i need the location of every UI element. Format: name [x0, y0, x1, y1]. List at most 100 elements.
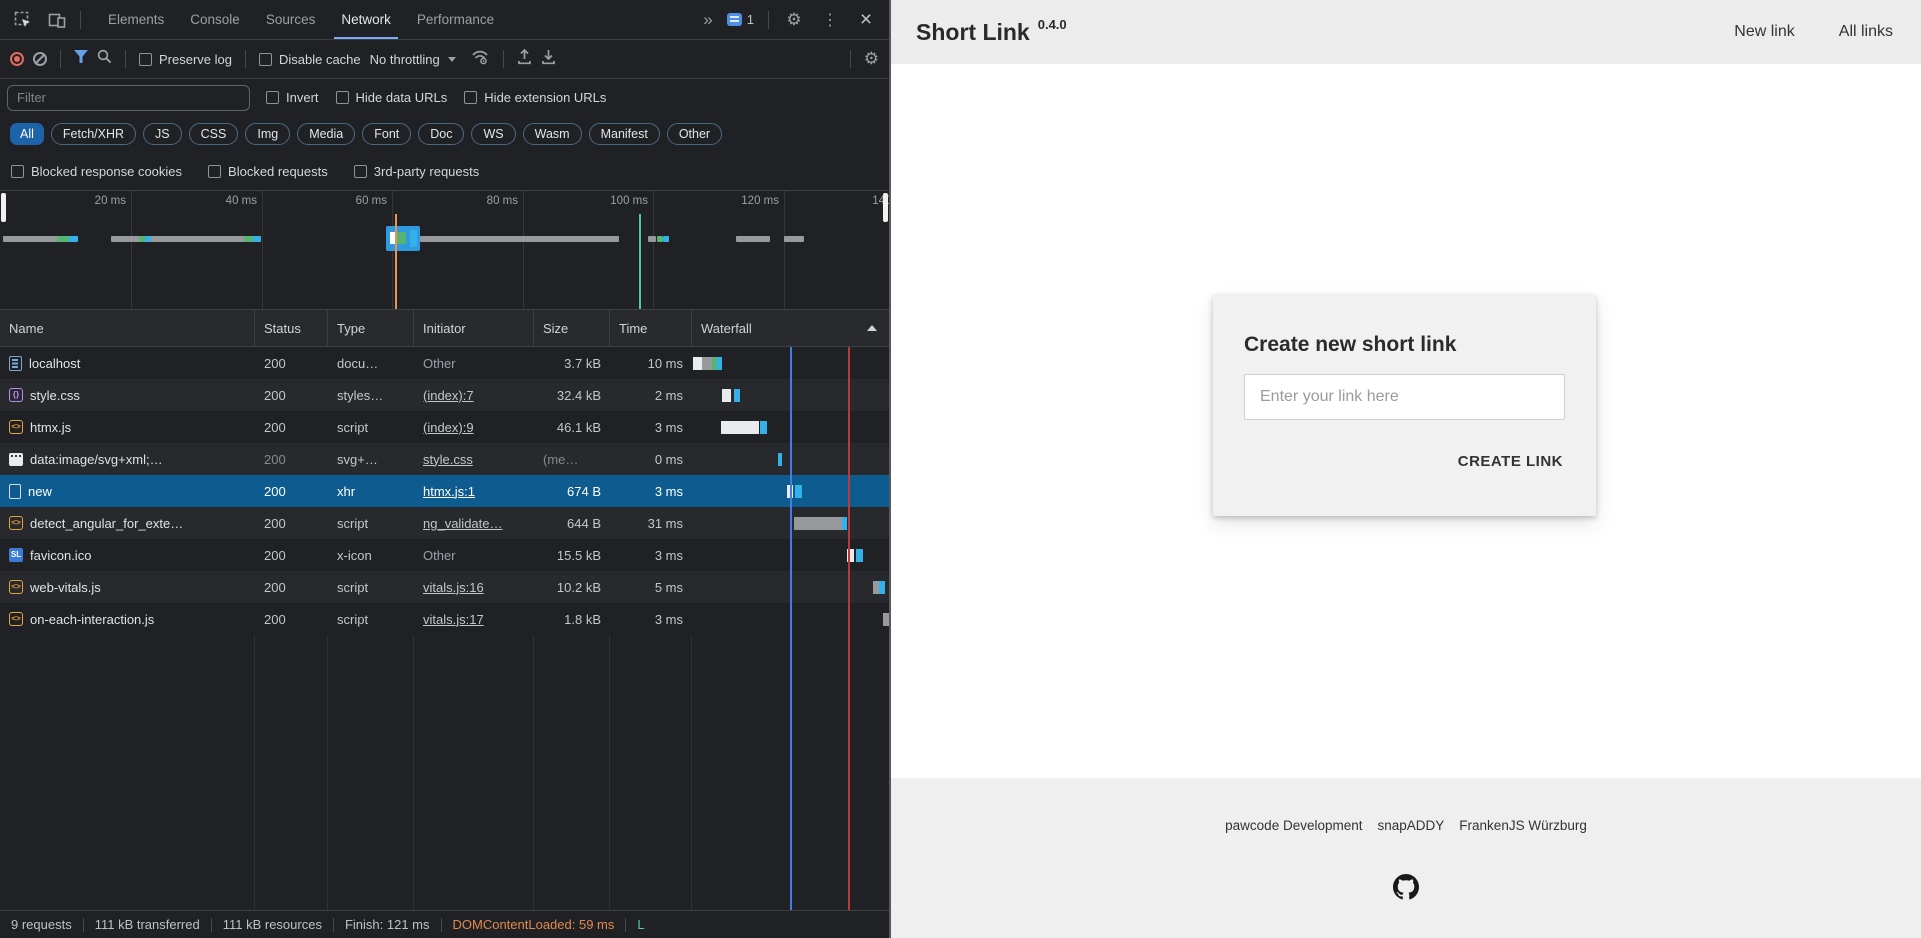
- create-link-button[interactable]: CREATE LINK: [1456, 447, 1565, 476]
- type-chip-other[interactable]: Other: [667, 123, 722, 145]
- clear-network-log-icon[interactable]: [33, 52, 47, 66]
- column-header-initiator[interactable]: Initiator: [414, 310, 534, 346]
- network-settings-gear-icon[interactable]: ⚙: [864, 49, 879, 69]
- type-chip-wasm[interactable]: Wasm: [523, 123, 582, 145]
- checkbox-label: Invert: [286, 90, 319, 105]
- blocked-response-cookies-checkbox[interactable]: Blocked response cookies: [11, 164, 182, 179]
- type-chip-ws[interactable]: WS: [471, 123, 515, 145]
- checkbox: [266, 91, 279, 104]
- network-request-row[interactable]: <>web-vitals.js200scriptvitals.js:1610.2…: [0, 571, 889, 603]
- cell-initiator: ng_validate…: [414, 507, 534, 539]
- link-input[interactable]: [1244, 374, 1565, 420]
- type-chip-manifest[interactable]: Manifest: [589, 123, 660, 145]
- close-devtools-icon[interactable]: ×: [851, 6, 881, 34]
- network-conditions-icon[interactable]: [471, 49, 490, 70]
- initiator-link[interactable]: htmx.js:1: [423, 484, 475, 499]
- cell-type: script: [328, 507, 414, 539]
- script-icon: <>: [9, 420, 23, 434]
- script-icon: <>: [9, 612, 23, 626]
- type-chip-media[interactable]: Media: [297, 123, 355, 145]
- column-header-waterfall[interactable]: Waterfall: [692, 310, 889, 346]
- checkbox: [11, 165, 24, 178]
- nav-link-all-links[interactable]: All links: [1839, 23, 1893, 41]
- cell-size: 1.8 kB: [534, 603, 610, 635]
- column-header-size[interactable]: Size: [534, 310, 610, 346]
- record-network-log-button[interactable]: [10, 52, 24, 66]
- card-actions: CREATE LINK: [1244, 447, 1565, 476]
- filter-input[interactable]: [7, 85, 250, 111]
- disable-cache-checkbox[interactable]: Disable cache: [259, 52, 361, 67]
- import-har-icon[interactable]: [517, 49, 532, 70]
- type-chip-css[interactable]: CSS: [189, 123, 239, 145]
- type-chip-js[interactable]: JS: [143, 123, 182, 145]
- initiator-link[interactable]: (index):9: [423, 420, 474, 435]
- cell-time: 3 ms: [610, 539, 692, 571]
- github-icon[interactable]: [1393, 874, 1419, 900]
- cell-time: 0 ms: [610, 443, 692, 475]
- kebab-menu-icon[interactable]: ⋮: [815, 6, 845, 34]
- hide-extension-urls-checkbox[interactable]: Hide extension URLs: [464, 90, 606, 105]
- overview-bar: [663, 236, 669, 242]
- initiator-text: Other: [423, 356, 456, 371]
- throttling-select[interactable]: No throttling: [370, 52, 456, 67]
- network-request-row[interactable]: {}style.css200styles…(index):732.4 kB2 m…: [0, 379, 889, 411]
- type-chip-all[interactable]: All: [10, 123, 44, 145]
- overview-drag-handle[interactable]: [883, 193, 888, 222]
- type-chip-img[interactable]: Img: [245, 123, 290, 145]
- column-header-type[interactable]: Type: [328, 310, 414, 346]
- initiator-link[interactable]: ng_validate…: [423, 516, 503, 531]
- preserve-log-checkbox[interactable]: Preserve log: [139, 52, 232, 67]
- cell-size: (me…: [534, 443, 610, 475]
- overview-drag-handle[interactable]: [1, 193, 6, 222]
- cell-initiator: vitals.js:16: [414, 571, 534, 603]
- 3rd-party-requests-checkbox[interactable]: 3rd-party requests: [354, 164, 480, 179]
- footer-link-pawcode-development[interactable]: pawcode Development: [1225, 818, 1362, 833]
- network-request-row[interactable]: SLfavicon.ico200x-iconOther15.5 kB3 ms: [0, 539, 889, 571]
- tab-elements[interactable]: Elements: [95, 0, 177, 39]
- invert-checkbox[interactable]: Invert: [266, 90, 319, 105]
- initiator-link[interactable]: (index):7: [423, 388, 474, 403]
- column-header-status[interactable]: Status: [255, 310, 328, 346]
- overview-bar: [253, 236, 261, 242]
- type-chip-fetch-xhr[interactable]: Fetch/XHR: [51, 123, 136, 145]
- search-icon[interactable]: [97, 49, 112, 69]
- more-tabs-icon[interactable]: »: [697, 10, 716, 30]
- tab-sources[interactable]: Sources: [253, 0, 329, 39]
- page-header: Short Link 0.4.0 New linkAll links: [891, 0, 1921, 64]
- tab-console[interactable]: Console: [177, 0, 253, 39]
- nav-link-new-link[interactable]: New link: [1734, 23, 1794, 41]
- blocked-requests-checkbox[interactable]: Blocked requests: [208, 164, 328, 179]
- export-har-icon[interactable]: [541, 49, 556, 70]
- footer-link-frankenjs-w-rzburg[interactable]: FrankenJS Würzburg: [1459, 818, 1587, 833]
- initiator-link[interactable]: vitals.js:16: [423, 580, 484, 595]
- type-chip-doc[interactable]: Doc: [418, 123, 464, 145]
- inspect-element-icon[interactable]: [8, 6, 38, 34]
- footer-link-snapaddy[interactable]: snapADDY: [1378, 818, 1445, 833]
- device-toolbar-icon[interactable]: [42, 6, 72, 34]
- tab-performance[interactable]: Performance: [404, 0, 507, 39]
- hide-data-urls-checkbox[interactable]: Hide data URLs: [336, 90, 448, 105]
- network-request-row[interactable]: <>htmx.js200script(index):946.1 kB3 ms: [0, 411, 889, 443]
- cell-time: 3 ms: [610, 475, 692, 507]
- timeline-gridline: [262, 191, 263, 309]
- network-overview-timeline[interactable]: 20 ms40 ms60 ms80 ms100 ms120 ms140 ms: [0, 190, 889, 310]
- settings-gear-icon[interactable]: ⚙: [779, 6, 809, 34]
- network-request-row[interactable]: localhost200docu…Other3.7 kB10 ms: [0, 347, 889, 379]
- initiator-link[interactable]: vitals.js:17: [423, 612, 484, 627]
- version-badge: 0.4.0: [1038, 17, 1067, 32]
- tab-network[interactable]: Network: [328, 0, 404, 39]
- network-request-row[interactable]: <>detect_angular_for_exte…200scriptng_va…: [0, 507, 889, 539]
- network-request-row[interactable]: new200xhrhtmx.js:1674 B3 ms: [0, 475, 889, 507]
- overview-load-line: [639, 214, 641, 309]
- column-header-name[interactable]: Name: [0, 310, 255, 346]
- network-request-row[interactable]: data:image/svg+xml;…200svg+…style.css(me…: [0, 443, 889, 475]
- request-name: style.css: [30, 388, 80, 403]
- column-header-time[interactable]: Time: [610, 310, 692, 346]
- cell-name: <>on-each-interaction.js: [0, 603, 255, 635]
- network-request-row[interactable]: <>on-each-interaction.js200scriptvitals.…: [0, 603, 889, 635]
- type-chip-font[interactable]: Font: [362, 123, 411, 145]
- waterfall-bar: [842, 517, 847, 530]
- filter-toggle-icon[interactable]: [74, 50, 88, 68]
- issues-counter[interactable]: 1: [723, 12, 758, 27]
- initiator-link[interactable]: style.css: [423, 452, 473, 467]
